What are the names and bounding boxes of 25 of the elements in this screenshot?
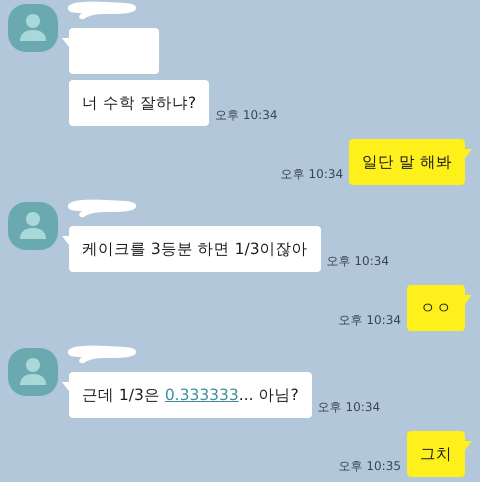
link[interactable]: 0.333333 bbox=[164, 386, 239, 404]
redaction-scribble bbox=[66, 198, 138, 218]
redaction-scribble bbox=[66, 344, 138, 364]
message-time: 오후 10:34 bbox=[215, 107, 278, 124]
avatar-icon bbox=[8, 348, 58, 396]
message-time: 오후 10:34 bbox=[338, 312, 401, 329]
message-time: 오후 10:35 bbox=[338, 458, 401, 475]
redaction-scribble bbox=[66, 0, 138, 20]
avatar-icon bbox=[8, 4, 58, 52]
message-time: 오후 10:34 bbox=[318, 399, 380, 416]
message-time: 오후 10:34 bbox=[280, 166, 344, 183]
bubble-tail bbox=[62, 382, 69, 391]
message-bubble: 그치 bbox=[407, 431, 465, 477]
message-bubble: 케이크를 3등분 하면 1/3이잖아 bbox=[69, 226, 321, 272]
message-bubble: 일단 말 해봐 bbox=[349, 139, 465, 185]
bubble-tail bbox=[62, 38, 69, 47]
bubble-tail bbox=[62, 236, 69, 245]
message-time: 오후 10:34 bbox=[326, 253, 389, 270]
message-bubble: ㅇㅇ bbox=[407, 285, 465, 331]
avatar-icon bbox=[8, 202, 58, 250]
message-bubble: 근데 1/3은 0.333333... 아님? bbox=[69, 372, 312, 418]
bubble-tail bbox=[465, 441, 472, 450]
message-bubble: 너 수학 잘하냐? bbox=[69, 80, 210, 126]
bubble-tail bbox=[465, 295, 472, 304]
bubble-tail bbox=[465, 149, 472, 158]
